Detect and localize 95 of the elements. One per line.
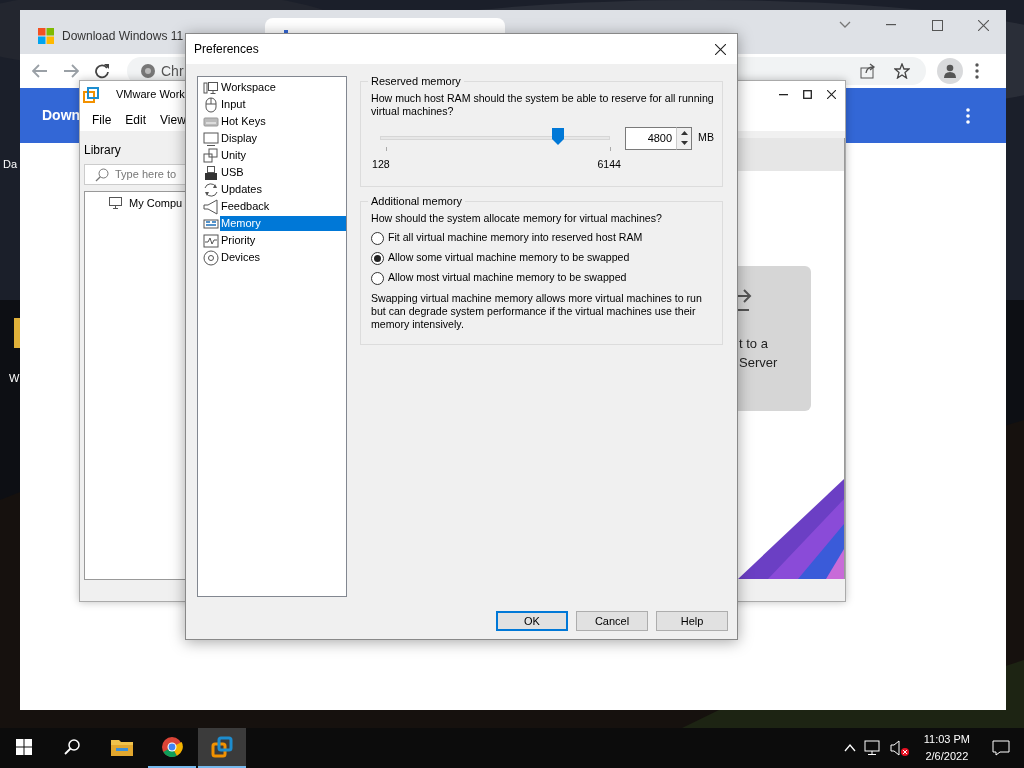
star-icon	[894, 63, 910, 79]
windows-logo-icon	[16, 739, 32, 755]
category-item[interactable]: Hot Keys	[220, 114, 346, 129]
category-item[interactable]: USB	[220, 165, 346, 180]
menu-item[interactable]: Edit	[125, 110, 147, 129]
close-icon	[977, 19, 989, 31]
search-icon	[95, 167, 109, 182]
desktop-icon-label: Da	[3, 158, 18, 170]
tick-mark	[610, 147, 611, 151]
overlapping-windows-icon	[203, 147, 219, 164]
caret-down-icon	[680, 141, 688, 146]
max-label: 6144	[597, 157, 621, 172]
panel-title: Library	[84, 142, 122, 159]
radio-label[interactable]: Allow some virtual machine memory to be swapped	[388, 250, 630, 266]
dialog-button[interactable]: OK	[496, 611, 568, 631]
radio-label[interactable]: Fit all virtual machine memory into reserved host RAM	[388, 230, 643, 246]
category-item[interactable]: Input	[220, 97, 346, 112]
card-text: t to a	[739, 335, 769, 353]
arrow-into-tray-icon	[735, 286, 753, 312]
tick-mark	[386, 147, 387, 151]
mouse-icon	[203, 96, 219, 113]
usb-icon	[203, 164, 219, 181]
monitor-icon	[203, 130, 219, 147]
search-field[interactable]: Type here to	[84, 164, 186, 185]
desktop-icon-label: W	[9, 372, 20, 384]
megaphone-icon	[203, 198, 219, 215]
minimize-icon	[778, 93, 788, 96]
taskbar-app-button[interactable]	[198, 728, 246, 768]
address-text: Chr	[161, 61, 184, 81]
notification-icon[interactable]	[992, 740, 1010, 756]
category-item[interactable]: Updates	[220, 182, 346, 197]
page-title: Down	[42, 106, 81, 125]
chrome-logo-icon	[141, 64, 155, 78]
clock-date: 2/6/2022	[925, 749, 969, 764]
close-icon	[826, 90, 836, 99]
radio-label[interactable]: Allow most virtual machine memory to be swapped	[388, 270, 627, 286]
menu-item[interactable]: View	[160, 110, 186, 129]
maximize-icon	[931, 19, 943, 31]
maximize-icon	[802, 90, 812, 99]
monitor-icon	[203, 79, 219, 96]
radio-button[interactable]	[371, 251, 384, 265]
dialog-button[interactable]: Cancel	[576, 611, 648, 631]
question-text: How should the system allocate memory for virtual machines?	[371, 212, 663, 225]
minimize-icon	[886, 24, 896, 26]
category-item[interactable]: Workspace	[220, 80, 346, 95]
browser-logo-icon	[161, 736, 183, 758]
group-title: Reserved memory	[368, 74, 464, 88]
chevron-up-icon[interactable]	[843, 744, 856, 752]
number-input[interactable]: 4800	[625, 126, 677, 150]
network-icon[interactable]	[863, 740, 882, 756]
note-text: Swapping virtual machine memory allows more virtual machines to run but can degrade system performance if the virtual machines use their memory intensively.	[371, 292, 703, 331]
folder-icon	[111, 738, 133, 756]
radio-button[interactable]	[371, 231, 384, 245]
kebab-menu-icon	[966, 107, 970, 124]
radio-button[interactable]	[371, 271, 384, 285]
clock[interactable]: 11:03 PM 2/6/2022	[917, 731, 984, 765]
volume-muted-icon[interactable]	[889, 740, 910, 756]
category-item[interactable]: Unity	[220, 148, 346, 163]
tree-item[interactable]: My Compu	[129, 195, 183, 212]
overlapping-squares-icon	[211, 736, 233, 758]
unit-label: MB	[698, 130, 714, 146]
clock-time: 11:03 PM	[923, 732, 970, 747]
arrow-right-icon	[63, 64, 79, 78]
group-title: Additional memory	[368, 194, 466, 208]
dialog-button[interactable]: Help	[656, 611, 728, 631]
person-icon	[943, 64, 957, 78]
spin-up-button[interactable]	[677, 127, 692, 138]
share-icon	[860, 63, 876, 79]
category-item[interactable]: Display	[220, 131, 346, 146]
disc-icon	[203, 249, 219, 266]
search-icon	[64, 739, 80, 755]
folder-icon	[14, 318, 20, 348]
min-label: 128	[372, 157, 390, 172]
category-item[interactable]: Feedback	[220, 199, 346, 214]
monitor-icon	[109, 197, 122, 210]
arrow-left-icon	[32, 64, 48, 78]
category-item[interactable]: Devices	[220, 250, 346, 265]
category-item[interactable]: Priority	[220, 233, 346, 248]
chevron-down-icon	[839, 21, 851, 29]
card-text: Server	[739, 354, 779, 372]
window-title: VMware Work	[116, 87, 185, 103]
dialog-title: Preferences	[194, 41, 259, 58]
category-item[interactable]: Memory	[220, 216, 346, 231]
close-icon	[714, 43, 726, 55]
slider-thumb[interactable]	[551, 128, 564, 145]
refresh-icon	[203, 181, 219, 198]
menu-item[interactable]: File	[92, 110, 112, 129]
question-text: How much host RAM should the system be able to reserve for all running virtual machines?	[371, 92, 714, 118]
reload-icon	[94, 63, 110, 79]
profile-button[interactable]	[937, 58, 963, 84]
spin-down-button[interactable]	[677, 138, 692, 149]
kebab-menu-icon	[975, 63, 979, 79]
four-squares-logo-icon	[38, 28, 54, 44]
pulse-icon	[203, 232, 219, 249]
app-logo-icon	[83, 86, 99, 103]
